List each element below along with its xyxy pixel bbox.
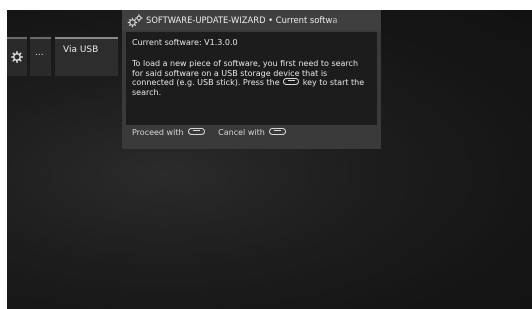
dialog-footer: Proceed with Cancel with [132, 128, 377, 142]
back-key-icon[interactable] [269, 128, 287, 135]
more-icon: ... [35, 48, 44, 58]
gears-icon [127, 14, 143, 28]
dialog-header: SOFTWARE-UPDATE-WIZARD • Current softwa [122, 10, 381, 31]
settings-tile[interactable] [7, 37, 27, 76]
dialog-body: Current software: V1.3.0.0 To load a new… [126, 32, 377, 125]
via-usb-tile[interactable]: Via USB [55, 37, 118, 76]
ok-key-icon [283, 78, 300, 86]
proceed-label: Proceed with [132, 128, 184, 137]
dialog-title: SOFTWARE-UPDATE-WIZARD • Current softwa [146, 15, 338, 25]
current-software-version: Current software: V1.3.0.0 [132, 38, 238, 47]
tv-screen: ... Via USB SOFTWARE-UPDATE-WIZARD • Cur… [7, 10, 532, 309]
via-usb-label: Via USB [63, 45, 99, 55]
software-update-dialog: SOFTWARE-UPDATE-WIZARD • Current softwa … [122, 10, 381, 149]
gear-icon [11, 51, 23, 63]
cancel-label: Cancel with [218, 128, 265, 137]
more-tile[interactable]: ... [30, 37, 51, 76]
instruction-text: To load a new piece of software, you fir… [132, 59, 368, 98]
ok-key-icon[interactable] [188, 128, 206, 135]
